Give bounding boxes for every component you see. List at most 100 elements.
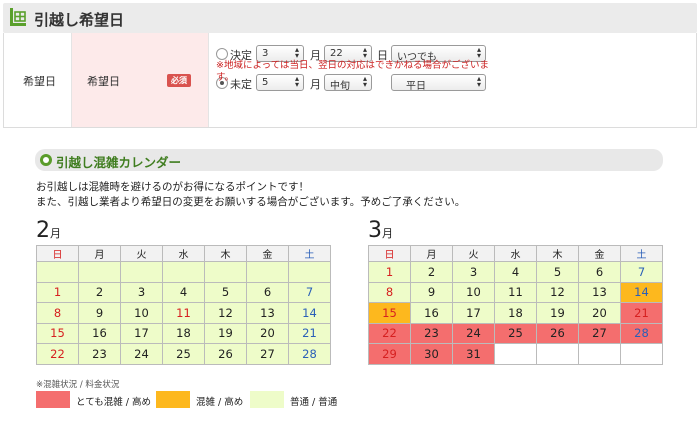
calendar-day-cell[interactable]: 9 — [410, 281, 453, 303]
calendar-day-cell[interactable]: 18 — [494, 302, 537, 324]
weekday-header: 金 — [246, 245, 289, 262]
calendar-day-cell[interactable]: 12 — [204, 302, 247, 324]
calendar-day-cell — [494, 343, 537, 365]
legend-label-busy: とても混雑 / 高め — [76, 397, 151, 408]
weekday-header: 日 — [36, 245, 79, 262]
calendar-day-cell[interactable]: 21 — [620, 302, 663, 324]
calendar-day-cell[interactable]: 10 — [120, 302, 163, 324]
calendar-feb: 日月火水木金土 1 2 3 4 5 6 7 8 9 10 11 12 13 14 15 16 17 18 19 20 21… — [36, 245, 331, 365]
legend-swatch-busy — [36, 391, 70, 408]
calendar-week-row: 8 9 10 11 12 13 14 — [36, 302, 331, 324]
calendar-day-cell[interactable]: 15 — [368, 302, 411, 324]
calendar-day-cell[interactable]: 5 — [536, 261, 579, 283]
month-title-feb: 2月 — [36, 218, 61, 243]
calendar-day-cell[interactable]: 22 — [36, 343, 79, 365]
calendar-day-cell[interactable]: 18 — [162, 322, 205, 344]
calendar-day-cell[interactable]: 24 — [452, 322, 495, 344]
calendar-day-cell[interactable]: 26 — [536, 322, 579, 344]
weekday-header: 水 — [494, 245, 537, 262]
calendar-truck-icon — [8, 7, 28, 29]
calendar-day-cell[interactable]: 16 — [410, 302, 453, 324]
weekday-header-row: 日月火水木金土 — [368, 245, 663, 262]
calendar-day-cell[interactable]: 1 — [368, 261, 411, 283]
calendar-day-cell[interactable]: 26 — [204, 343, 247, 365]
bullet-icon — [40, 154, 52, 166]
calendar-day-cell[interactable]: 30 — [410, 343, 453, 365]
calendar-day-cell[interactable]: 16 — [78, 322, 121, 344]
calendar-day-cell[interactable]: 2 — [410, 261, 453, 283]
calendar-day-cell[interactable]: 7 — [288, 281, 331, 303]
calendar-day-cell[interactable]: 23 — [410, 322, 453, 344]
calendar-day-cell[interactable]: 8 — [368, 281, 411, 303]
calendar-day-cell[interactable]: 13 — [578, 281, 621, 303]
month-number: 3 — [368, 218, 382, 243]
availability-note: ※地域によっては当日、翌日の対応はできかねる場合がございます。 — [216, 60, 490, 83]
calendar-day-cell[interactable]: 10 — [452, 281, 495, 303]
weekday-header: 月 — [410, 245, 453, 262]
calendar-day-cell[interactable]: 19 — [204, 322, 247, 344]
calendar-day-cell[interactable]: 12 — [536, 281, 579, 303]
calendar-day-cell[interactable]: 29 — [368, 343, 411, 365]
calendar-day-cell[interactable]: 24 — [120, 343, 163, 365]
calendar-day-cell — [162, 261, 205, 283]
calendar-day-cell[interactable]: 27 — [246, 343, 289, 365]
calendar-day-cell[interactable]: 14 — [288, 302, 331, 324]
calendar-day-cell[interactable]: 11 — [494, 281, 537, 303]
calendar-day-cell[interactable]: 6 — [246, 281, 289, 303]
calendar-day-cell — [578, 343, 621, 365]
calendar-section-title: 引越し混雑カレンダー — [56, 155, 182, 170]
calendar-day-cell[interactable]: 4 — [494, 261, 537, 283]
calendar-day-cell[interactable]: 19 — [536, 302, 579, 324]
calendar-day-cell[interactable]: 3 — [120, 281, 163, 303]
weekday-header: 土 — [288, 245, 331, 262]
calendar-day-cell[interactable]: 28 — [288, 343, 331, 365]
calendar-day-cell — [536, 343, 579, 365]
calendar-day-cell — [246, 261, 289, 283]
calendar-day-cell[interactable]: 6 — [578, 261, 621, 283]
calendar-day-cell[interactable]: 15 — [36, 322, 79, 344]
month-title-mar: 3月 — [368, 218, 393, 243]
calendar-day-cell — [620, 343, 663, 365]
calendar-day-cell[interactable]: 3 — [452, 261, 495, 283]
calendar-mar: 日月火水木金土 1 2 3 4 5 6 7 8 9 10 11 12 13 14 15 16 17 18 19 20 21… — [368, 245, 663, 365]
calendar-day-cell[interactable]: 28 — [620, 322, 663, 344]
calendar-day-cell — [204, 261, 247, 283]
calendar-day-cell[interactable]: 4 — [162, 281, 205, 303]
calendar-day-cell[interactable]: 25 — [162, 343, 205, 365]
calendar-day-cell[interactable]: 25 — [494, 322, 537, 344]
calendar-day-cell[interactable]: 5 — [204, 281, 247, 303]
fixed-date-radio[interactable] — [216, 48, 228, 60]
calendar-day-cell[interactable]: 20 — [246, 322, 289, 344]
fixed-month-value: 3 — [262, 48, 269, 59]
calendar-day-cell[interactable]: 27 — [578, 322, 621, 344]
weekday-header: 火 — [452, 245, 495, 262]
calendar-day-cell[interactable]: 1 — [36, 281, 79, 303]
calendar-day-cell[interactable]: 31 — [452, 343, 495, 365]
calendar-day-cell[interactable]: 13 — [246, 302, 289, 324]
calendar-day-cell[interactable]: 23 — [78, 343, 121, 365]
weekday-header: 木 — [204, 245, 247, 262]
calendar-section-header: 引越し混雑カレンダー — [35, 149, 663, 171]
select-arrows-icon: ▴ ▾ — [362, 45, 367, 60]
calendar-day-cell[interactable]: 20 — [578, 302, 621, 324]
calendar-week-row: 1234567 — [36, 281, 331, 303]
calendar-day-cell[interactable]: 17 — [452, 302, 495, 324]
calendar-day-cell[interactable]: 21 — [288, 322, 331, 344]
calendar-day-cell[interactable]: 11 — [162, 302, 205, 324]
calendar-day-cell[interactable]: 22 — [368, 322, 411, 344]
calendar-day-cell[interactable]: 2 — [78, 281, 121, 303]
select-arrows-icon: ▴ ▾ — [294, 45, 299, 60]
required-badge: 必須 — [167, 74, 191, 87]
month-number: 2 — [36, 218, 50, 243]
calendar-day-cell[interactable]: 17 — [120, 322, 163, 344]
calendar-week-row: 1234567 — [368, 261, 663, 283]
calendar-day-cell[interactable]: 7 — [620, 261, 663, 283]
calendar-week-row: 8 9 10 11 12 13 14 — [368, 281, 663, 303]
legend-title: ※混雑状況 / 料金状況 — [36, 380, 120, 390]
calendar-day-cell[interactable]: 14 — [620, 281, 663, 303]
weekday-header: 水 — [162, 245, 205, 262]
calendar-day-cell[interactable]: 9 — [78, 302, 121, 324]
calendar-day-cell[interactable]: 8 — [36, 302, 79, 324]
weekday-header: 月 — [78, 245, 121, 262]
weekday-header: 金 — [578, 245, 621, 262]
